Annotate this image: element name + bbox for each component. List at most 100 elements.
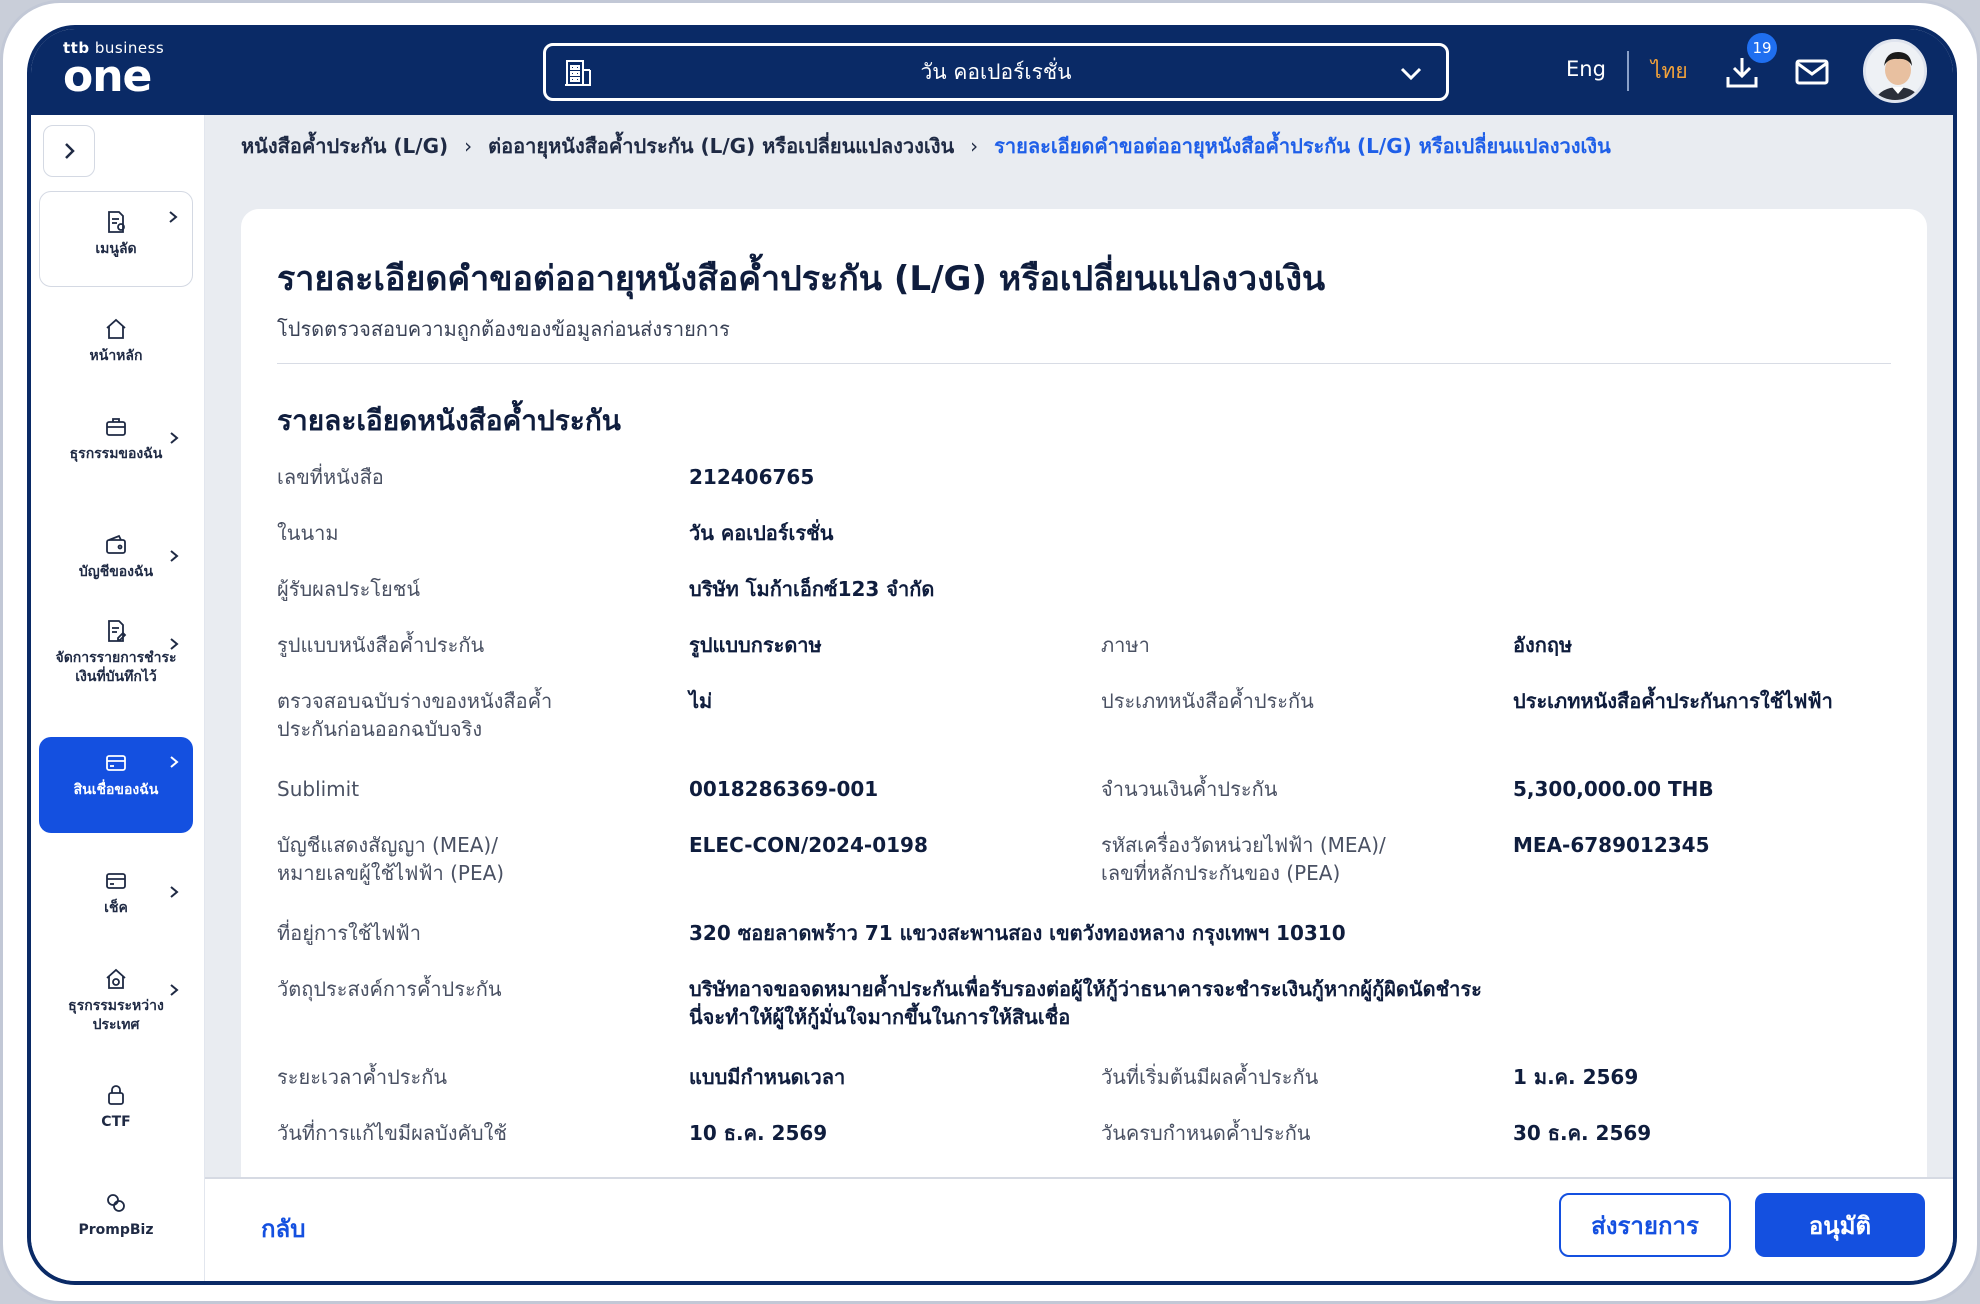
sidebar-item-home[interactable]: หน้าหลัก <box>39 315 193 375</box>
download-count-badge: 19 <box>1745 31 1779 65</box>
chevron-right-icon <box>170 886 179 898</box>
beneficiary-value: บริษัท โมก้าเอ็กซ์123 จำกัด <box>689 577 935 601</box>
sidebar-item-label: เช็ค <box>104 900 128 916</box>
lang-divider <box>1627 51 1629 91</box>
amend-date-value: 10 ธ.ค. 2569 <box>689 1121 828 1145</box>
format-label: รูปแบบหนังสือค้ำประกัน <box>277 633 485 657</box>
sidebar: เมนูลัด หน้าหลัก ธุรกรรมของฉัน บัญชีของฉ… <box>31 115 205 1281</box>
purpose-value: บริษัทอาจขอจดหมายค้ำประกันเพื่อรับรองต่อ… <box>689 975 1482 1031</box>
amount-label: จำนวนเงินค้ำประกัน <box>1101 777 1278 801</box>
doc-edit-icon <box>108 620 127 642</box>
company-name: วัน คอเปอร์เรชั่น <box>920 59 1072 84</box>
shortcut-doc-icon <box>108 211 125 233</box>
top-bar: ttb business one วัน คอเปอร์เรชั่น Eng ไ… <box>31 29 1953 115</box>
lg-number-label: เลขที่หนังสือ <box>277 465 384 489</box>
company-selector[interactable]: วัน คอเปอร์เรชั่น <box>543 43 1449 101</box>
meter-value: MEA-6789012345 <box>1513 833 1710 857</box>
sidebar-item-label: บัญชีของฉัน <box>78 564 154 580</box>
period-value: แบบมีกำหนดเวลา <box>689 1065 846 1089</box>
end-date-value: 30 ธ.ค. 2569 <box>1513 1121 1652 1145</box>
lock-icon <box>108 1085 124 1105</box>
logo-main-text: one <box>63 51 152 102</box>
device-frame: ttb business one วัน คอเปอร์เรชั่น Eng ไ… <box>0 0 1980 1304</box>
sidebar-item-my-transactions[interactable]: ธุรกรรมของฉัน <box>39 413 193 493</box>
sidebar-item-saved-payments[interactable]: จัดการรายการชำระเงินที่บันทึกไว้ <box>39 619 193 719</box>
app-logo[interactable]: ttb business one <box>63 39 164 102</box>
chevron-right-icon <box>170 984 179 996</box>
start-date-label: วันที่เริ่มต้นมีผลค้ำประกัน <box>1101 1065 1319 1089</box>
sidebar-item-prompbiz[interactable]: PrompBiz <box>39 1189 193 1249</box>
credit-card-icon <box>106 755 126 771</box>
chevron-right-icon <box>170 550 179 562</box>
sidebar-item-international[interactable]: ธุรกรรมระหว่างประเทศ <box>39 965 193 1045</box>
period-label: ระยะเวลาค้ำประกัน <box>277 1065 448 1089</box>
submit-button[interactable]: ส่งรายการ <box>1559 1193 1731 1257</box>
page-subtitle: โปรดตรวจสอบความถูกต้องของข้อมูลก่อนส่งรา… <box>277 317 730 341</box>
address-label: ที่อยู่การใช้ไฟฟ้า <box>277 921 421 945</box>
sidebar-item-ctf[interactable]: CTF <box>39 1081 193 1141</box>
action-footer: กลับ ส่งรายการ อนุมัติ <box>205 1177 1953 1281</box>
back-button[interactable]: กลับ <box>261 1209 305 1248</box>
briefcase-icon <box>106 418 126 436</box>
sidebar-item-label: จัดการรายการชำระเงินที่บันทึกไว้ <box>55 650 177 685</box>
sidebar-item-label: หน้าหลัก <box>89 348 143 364</box>
sidebar-item-cheque[interactable]: เช็ค <box>39 867 193 927</box>
draft-check-value: ไม่ <box>689 689 713 713</box>
contract-value: ELEC-CON/2024-0198 <box>689 833 928 857</box>
section-title: รายละเอียดหนังสือค้ำประกัน <box>277 404 621 437</box>
cheque-icon <box>106 873 126 889</box>
meter-label-line2: เลขที่หลักประกันของ (PEA) <box>1101 861 1341 885</box>
language-value: อังกฤษ <box>1513 633 1573 657</box>
globe-home-icon <box>106 968 126 989</box>
chevron-right-icon <box>170 432 179 444</box>
format-value: รูปแบบกระดาษ <box>689 633 822 657</box>
sublimit-label: Sublimit <box>277 777 360 801</box>
end-date-label: วันครบกำหนดค้ำประกัน <box>1101 1121 1311 1145</box>
details-card: รายละเอียดคำขอต่ออายุหนังสือค้ำประกัน (L… <box>241 209 1927 1219</box>
lg-type-value: ประเภทหนังสือค้ำประกันการใช้ไฟฟ้า <box>1513 689 1833 713</box>
lg-number-value: 212406765 <box>689 465 815 489</box>
sidebar-item-my-loans[interactable]: สินเชื่อของฉัน <box>39 737 193 833</box>
chevron-right-icon <box>65 143 75 159</box>
chevron-right-icon <box>169 211 178 223</box>
sidebar-item-label: สินเชื่อของฉัน <box>73 782 159 798</box>
purpose-line1: บริษัทอาจขอจดหมายค้ำประกันเพื่อรับรองต่อ… <box>689 977 1482 1001</box>
sidebar-item-shortcut[interactable]: เมนูลัด <box>39 191 193 287</box>
sidebar-item-label: CTF <box>101 1114 131 1130</box>
mail-icon[interactable] <box>1795 57 1829 91</box>
lang-en-toggle[interactable]: Eng <box>1566 57 1606 81</box>
address-value: 320 ซอยลาดพร้าว 71 แขวงสะพานสอง เขตวังทอ… <box>689 921 1346 945</box>
meter-label: รหัสเครื่องวัดหน่วยไฟฟ้า (MEA)/ เลขที่หล… <box>1101 831 1386 887</box>
purpose-label: วัตถุประสงค์การค้ำประกัน <box>277 977 502 1001</box>
breadcrumb-item-lg[interactable]: หนังสือค้ำประกัน (L/G) <box>241 130 448 162</box>
approve-button[interactable]: อนุมัติ <box>1755 1193 1925 1257</box>
amount-value: 5,300,000.00 THB <box>1513 777 1714 801</box>
contract-label: บัญชีแสดงสัญญา (MEA)/ หมายเลขผู้ใช้ไฟฟ้า… <box>277 831 504 887</box>
sidebar-item-label: PrompBiz <box>78 1222 154 1238</box>
contract-label-line2: หมายเลขผู้ใช้ไฟฟ้า (PEA) <box>277 861 505 885</box>
beneficiary-label: ผู้รับผลประโยชน์ <box>277 577 421 601</box>
user-avatar[interactable] <box>1863 39 1927 103</box>
page-title: รายละเอียดคำขอต่ออายุหนังสือค้ำประกัน (L… <box>277 259 1326 299</box>
draft-check-label: ตรวจสอบฉบับร่างของหนังสือค้ำ ประกันก่อนอ… <box>277 687 552 743</box>
amend-date-label: วันที่การแก้ไขมีผลบังคับใช้ <box>277 1121 507 1145</box>
chevron-right-icon <box>170 756 179 768</box>
app-screen: ttb business one วัน คอเปอร์เรชั่น Eng ไ… <box>27 25 1957 1285</box>
sidebar-item-label: ธุรกรรมระหว่างประเทศ <box>68 998 164 1033</box>
sidebar-expand-button[interactable] <box>43 125 95 177</box>
lang-th-toggle[interactable]: ไทย <box>1651 55 1688 88</box>
draft-check-label-line2: ประกันก่อนออกฉบับจริง <box>277 717 483 741</box>
language-label: ภาษา <box>1101 633 1150 657</box>
chevron-down-icon <box>1398 60 1424 91</box>
wallet-icon <box>106 534 126 554</box>
on-behalf-label: ในนาม <box>277 521 339 545</box>
breadcrumb-item-renewal[interactable]: ต่ออายุหนังสือค้ำประกัน (L/G) หรือเปลี่ย… <box>488 130 954 162</box>
chevron-right-icon: › <box>464 134 473 158</box>
lg-type-label: ประเภทหนังสือค้ำประกัน <box>1101 689 1314 713</box>
coins-icon <box>107 1194 125 1212</box>
sublimit-value: 0018286369-001 <box>689 777 879 801</box>
chevron-right-icon: › <box>970 134 979 158</box>
sidebar-item-my-accounts[interactable]: บัญชีของฉัน <box>39 531 193 591</box>
sidebar-item-label: ธุรกรรมของฉัน <box>69 446 163 462</box>
draft-check-label-line1: ตรวจสอบฉบับร่างของหนังสือค้ำ <box>277 689 553 713</box>
